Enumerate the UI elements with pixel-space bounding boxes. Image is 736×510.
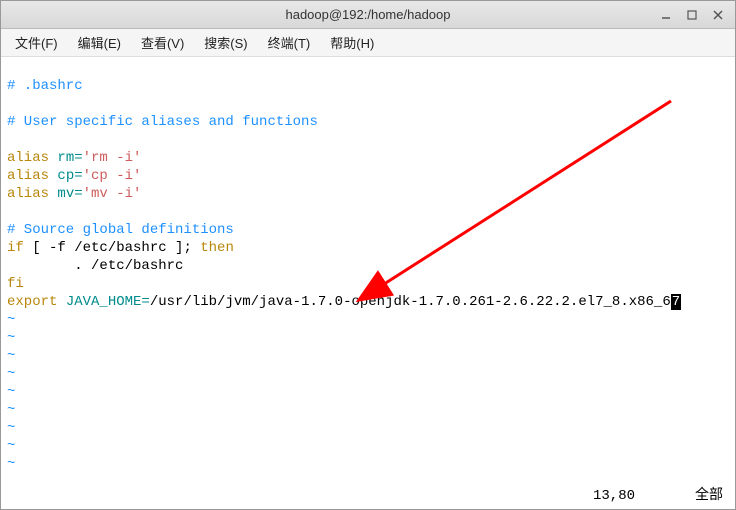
tilde-line: ~ xyxy=(7,312,15,328)
fi-keyword: fi xyxy=(7,276,24,292)
alias-keyword: alias xyxy=(7,168,49,184)
then-keyword: then xyxy=(200,240,234,256)
alias-name: rm= xyxy=(49,150,83,166)
menu-terminal[interactable]: 终端(T) xyxy=(260,29,319,56)
cursor: 7 xyxy=(671,294,681,310)
minimize-button[interactable] xyxy=(653,5,679,25)
tilde-line: ~ xyxy=(7,348,15,364)
menu-edit[interactable]: 编辑(E) xyxy=(70,29,129,56)
tilde-line: ~ xyxy=(7,366,15,382)
close-button[interactable] xyxy=(705,5,731,25)
tilde-line: ~ xyxy=(7,402,15,418)
tilde-line: ~ xyxy=(7,438,15,454)
menu-file[interactable]: 文件(F) xyxy=(7,29,66,56)
java-home-var: JAVA_HOME= xyxy=(57,294,149,310)
tilde-line: ~ xyxy=(7,456,15,472)
tilde-line: ~ xyxy=(7,384,15,400)
alias-name: cp= xyxy=(49,168,83,184)
maximize-button[interactable] xyxy=(679,5,705,25)
source-line: . /etc/bashrc xyxy=(7,258,183,274)
status-line: 13,80 全部 xyxy=(593,487,723,505)
window-controls xyxy=(653,1,731,29)
alias-value: 'rm -i' xyxy=(83,150,142,166)
menu-search[interactable]: 搜索(S) xyxy=(196,29,255,56)
menu-help[interactable]: 帮助(H) xyxy=(322,29,382,56)
menu-view[interactable]: 查看(V) xyxy=(133,29,192,56)
view-mode: 全部 xyxy=(695,487,723,505)
if-keyword: if xyxy=(7,240,24,256)
alias-keyword: alias xyxy=(7,150,49,166)
window-title: hadoop@192:/home/hadoop xyxy=(285,7,450,22)
menubar: 文件(F) 编辑(E) 查看(V) 搜索(S) 终端(T) 帮助(H) xyxy=(1,29,735,57)
cursor-position: 13,80 xyxy=(593,487,635,505)
alias-name: mv= xyxy=(49,186,83,202)
java-home-path: /usr/lib/jvm/java-1.7.0-openjdk-1.7.0.26… xyxy=(150,294,671,310)
window-titlebar: hadoop@192:/home/hadoop xyxy=(1,1,735,29)
comment-line: # .bashrc xyxy=(7,78,83,94)
alias-value: 'mv -i' xyxy=(83,186,142,202)
tilde-line: ~ xyxy=(7,420,15,436)
alias-keyword: alias xyxy=(7,186,49,202)
alias-value: 'cp -i' xyxy=(83,168,142,184)
export-keyword: export xyxy=(7,294,57,310)
comment-line: # User specific aliases and functions xyxy=(7,114,318,130)
if-condition: [ -f /etc/bashrc ]; xyxy=(24,240,200,256)
comment-line: # Source global definitions xyxy=(7,222,234,238)
terminal-content[interactable]: # .bashrc # User specific aliases and fu… xyxy=(1,57,735,509)
tilde-line: ~ xyxy=(7,330,15,346)
